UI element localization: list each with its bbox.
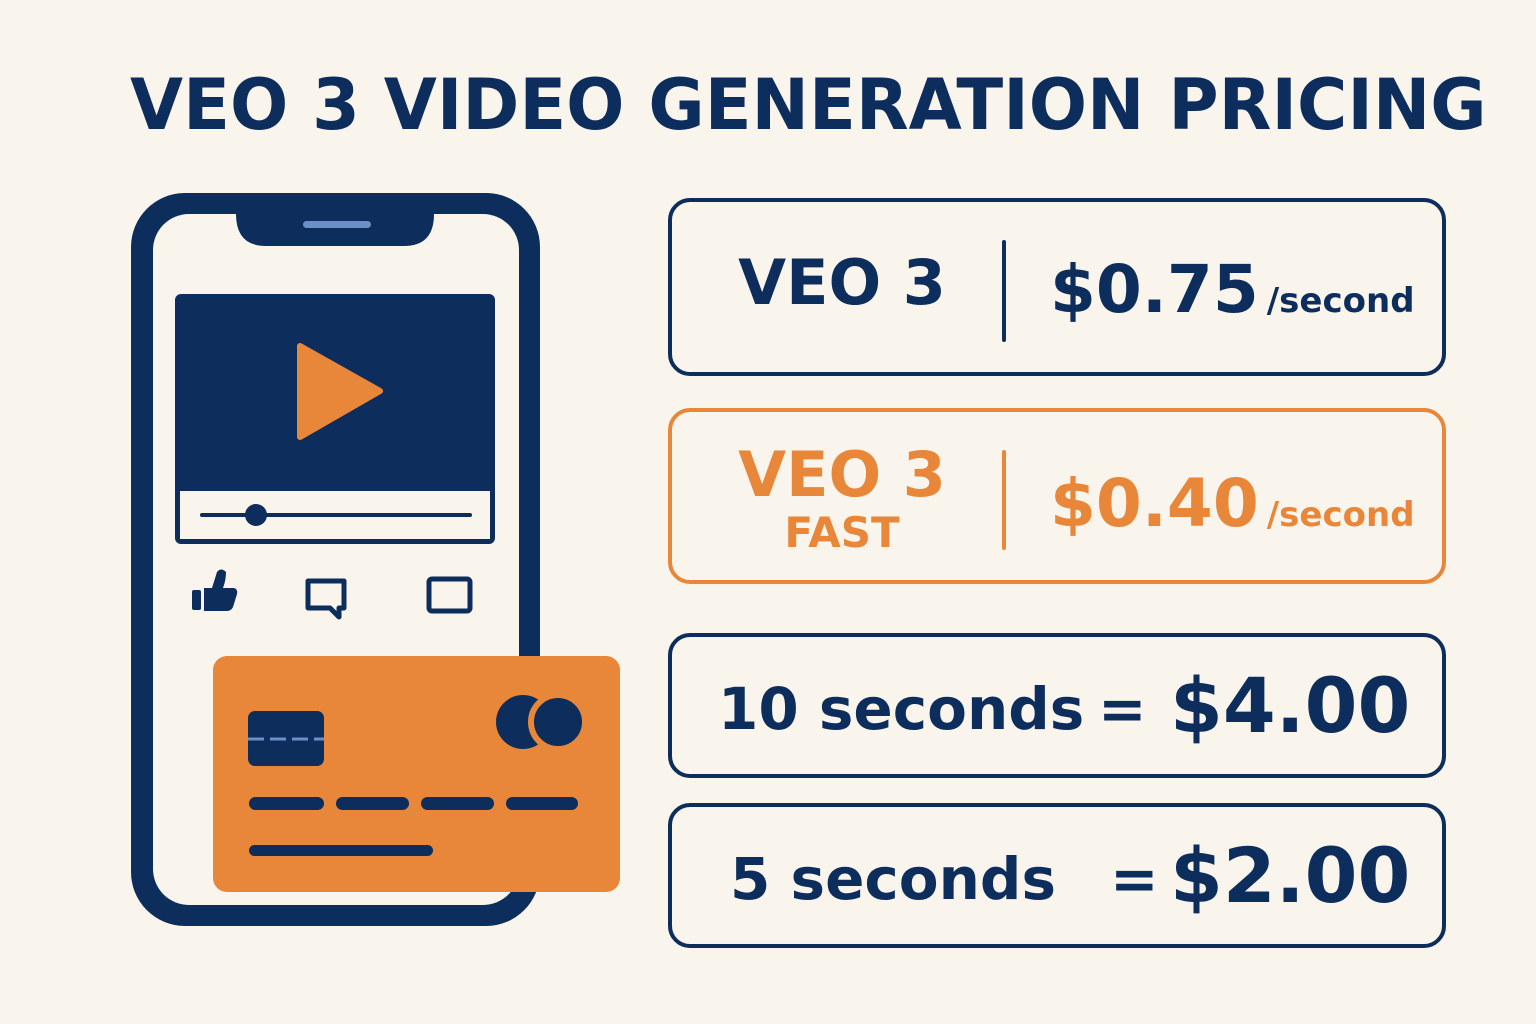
model-name: VEO 3 <box>702 250 982 316</box>
duration-label: 10 seconds <box>718 675 1085 743</box>
card-logo-right <box>528 692 588 752</box>
pricing-card-veo3: VEO 3 $0.75/second <box>668 198 1446 376</box>
card-number-group <box>249 797 324 810</box>
model-name-main: VEO 3 <box>738 246 946 319</box>
phone-notch <box>236 214 434 246</box>
cost-calculation: 10 seconds = $4.00 <box>672 637 1442 774</box>
card-number-group <box>336 797 409 810</box>
price-amount: $0.75 <box>1050 251 1259 328</box>
phone-payment-illustration <box>131 193 620 926</box>
cost-calculation: 5 seconds = $2.00 <box>672 807 1442 944</box>
duration-label: 5 seconds <box>730 845 1056 913</box>
price-amount: $0.40 <box>1050 465 1259 542</box>
model-name-sub: FAST <box>784 508 900 557</box>
equals-sign: = <box>1098 675 1147 743</box>
card-divider <box>1002 450 1006 550</box>
cost-value: $4.00 <box>1170 661 1411 750</box>
price-unit: /second <box>1266 281 1415 321</box>
price: $0.75/second <box>1050 252 1415 339</box>
card-divider <box>1002 240 1006 342</box>
card-number-group <box>421 797 494 810</box>
price: $0.40/second <box>1050 466 1415 553</box>
price-unit: /second <box>1266 495 1415 535</box>
cost-example-10-seconds: 10 seconds = $4.00 <box>668 633 1446 778</box>
model-name-main: VEO 3 <box>738 438 946 511</box>
model-name: VEO 3 FAST <box>702 442 982 558</box>
credit-card-icon <box>213 656 620 892</box>
card-number-group <box>506 797 578 810</box>
cost-value: $2.00 <box>1170 831 1411 920</box>
card-name-line <box>249 845 433 856</box>
cost-example-5-seconds: 5 seconds = $2.00 <box>668 803 1446 948</box>
equals-sign: = <box>1110 845 1159 913</box>
video-progress-handle[interactable] <box>245 504 267 526</box>
video-player <box>175 294 495 544</box>
pricing-card-veo3-fast: VEO 3 FAST $0.40/second <box>668 408 1446 584</box>
phone-speaker <box>303 221 371 228</box>
